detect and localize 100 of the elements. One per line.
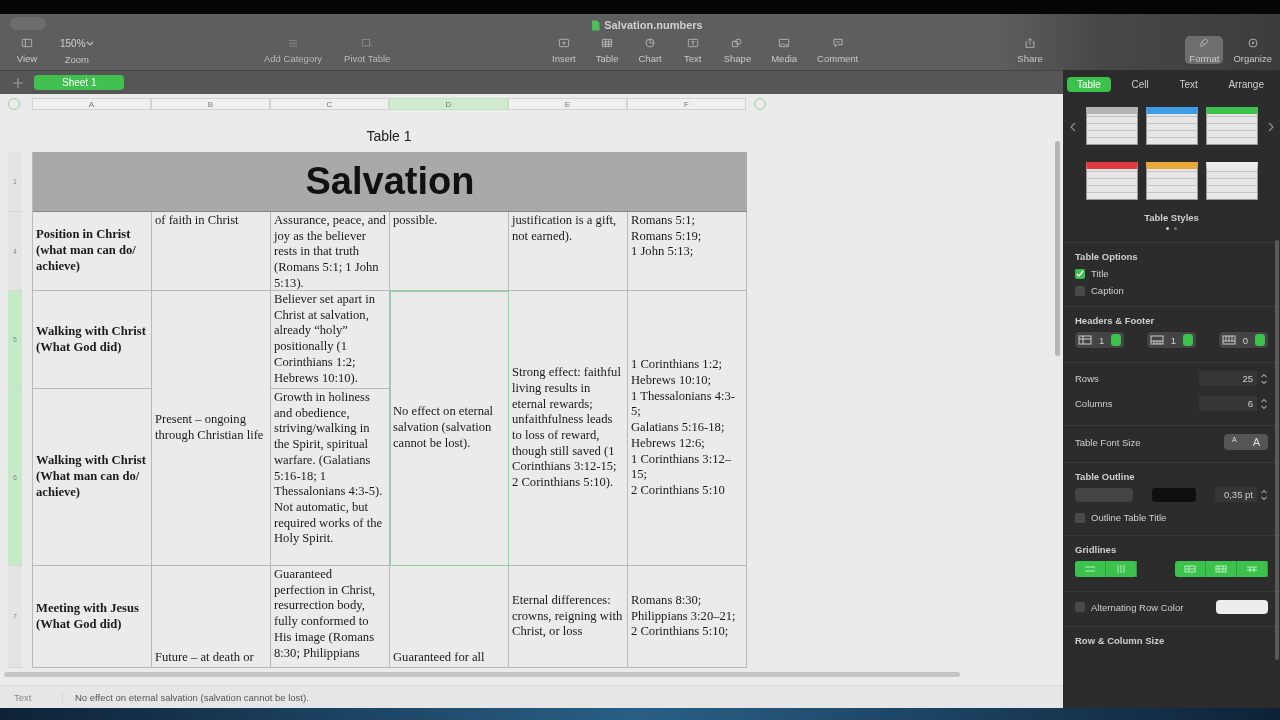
- table-layout-icon: [1078, 335, 1092, 345]
- table-cell[interactable]: No effect on eternal salvation (salvation cannot be lost).: [390, 291, 509, 566]
- checkbox-label: Caption: [1091, 285, 1124, 296]
- table-cell[interactable]: Strong effect: faithful living results in eternal rewards; unfaithfulness leads to loss of reward, though still saved (1 Corinthians 3:12-15; 2 Corinthians 5:10).: [509, 291, 628, 566]
- table-grid-icon: [1184, 565, 1196, 573]
- table-cell[interactable]: Position in Christ (what man can do/ achieve): [33, 212, 152, 291]
- section-heading: Row & Column Size: [1075, 635, 1166, 646]
- table-style-thumbnail[interactable]: [1085, 107, 1138, 145]
- checkbox[interactable]: [1075, 268, 1085, 279]
- table-cell[interactable]: Meeting with Jesus (What God did): [33, 566, 152, 668]
- checkbox-label: Outline Table Title: [1091, 512, 1167, 523]
- table-cell[interactable]: Walking with Christ (What man can do/ achieve): [33, 389, 152, 566]
- section-heading: Table Outline: [1075, 471, 1136, 482]
- section-heading: Headers & Footer: [1075, 315, 1156, 326]
- table-cell[interactable]: Romans 8:30; Philippians 3:20–21; 2 Corinthians 5:10;: [628, 566, 747, 668]
- toolbar-button[interactable]: Media: [767, 36, 802, 64]
- inspector-tab[interactable]: Arrange: [1218, 76, 1274, 92]
- stepper[interactable]: 1: [1146, 332, 1197, 348]
- inspector-tab[interactable]: Text: [1169, 76, 1208, 92]
- stepper[interactable]: 0: [1218, 332, 1268, 348]
- chevron-left-icon[interactable]: [1070, 122, 1076, 132]
- table-cell[interactable]: Romans 5:1; Romans 5:19; 1 John 5:13;: [628, 212, 747, 291]
- toolbar-button[interactable]: Insert: [548, 36, 580, 64]
- toolbar-button[interactable]: 150% Zoom: [56, 36, 98, 64]
- section-heading: Gridlines: [1075, 544, 1118, 555]
- status-text: No effect on eternal salvation (salvation cannot be lost).: [74, 691, 309, 703]
- table-cell[interactable]: Believer set apart in Christ at salvation, already “holy” positionally (1 Corinthians 1:2; Hebrews 10:10).: [271, 291, 390, 389]
- table-header-row: Salvation: [33, 152, 747, 212]
- font-size-button[interactable]: A: [1244, 434, 1268, 450]
- document-icon: [591, 19, 601, 31]
- toolbar-button[interactable]: Organize: [1229, 36, 1276, 64]
- table-cell[interactable]: Future – at death or: [152, 566, 271, 668]
- table-cell[interactable]: Walking with Christ (What God did): [33, 291, 152, 389]
- table-style-thumbnail[interactable]: [1145, 162, 1198, 200]
- table-cell[interactable]: 1 Corinthians 1:2; Hebrews 10:10; 1 Thessalonians 4:3-5; Galatians 5:16-18; Hebrews 12:6; 1 Corinthians 3:12–15; 2 Corinthians 5:10: [628, 291, 747, 566]
- toolbar-button[interactable]: Chart: [634, 36, 666, 64]
- window-title: Salvation.numbers: [604, 19, 703, 31]
- page-dot[interactable]: [1166, 227, 1169, 230]
- toolbar-button[interactable]: Table: [591, 36, 623, 64]
- color-well[interactable]: [1216, 600, 1268, 614]
- color-well[interactable]: [1152, 487, 1196, 502]
- number-field[interactable]: 6: [1199, 396, 1257, 411]
- column-header[interactable]: B: [151, 98, 270, 110]
- toolbar-button[interactable]: Shape: [719, 36, 756, 64]
- toolbar-button[interactable]: View: [12, 36, 42, 64]
- field-label: Table Font Size: [1075, 436, 1141, 448]
- toolbar-button[interactable]: Comment: [813, 36, 863, 64]
- field-label: Rows: [1075, 373, 1099, 384]
- checkbox-label: Alternating Row Color: [1091, 601, 1184, 613]
- table-cell[interactable]: possible.: [390, 212, 509, 291]
- chevron-right-icon[interactable]: [1268, 122, 1274, 132]
- vertical-lines-icon: [1115, 565, 1127, 573]
- section-heading: Table Options: [1075, 251, 1139, 262]
- stepper-arrows-icon[interactable]: [1260, 397, 1268, 410]
- table-title: Table 1: [365, 128, 413, 146]
- horizontal-lines-icon: [1084, 565, 1096, 573]
- scrollbar[interactable]: [1275, 240, 1279, 660]
- table-cell[interactable]: of faith in Christ: [152, 212, 271, 291]
- table-cell[interactable]: Eternal differences: crowns, reigning with Christ, or loss: [509, 566, 628, 668]
- add-sheet-icon[interactable]: [12, 76, 24, 89]
- table-grid-icon: [1246, 565, 1258, 573]
- column-header[interactable]: A: [32, 98, 151, 110]
- checkbox[interactable]: [1075, 602, 1085, 612]
- checkbox-label: Title: [1091, 268, 1109, 279]
- inspector-tab[interactable]: Cell: [1121, 76, 1159, 92]
- stepper[interactable]: 1: [1075, 332, 1125, 348]
- column-header[interactable]: C: [270, 98, 389, 110]
- stepper-arrows-icon[interactable]: [1260, 372, 1268, 385]
- table-cell[interactable]: Guaranteed for all: [390, 566, 509, 668]
- status-label: Text: [0, 691, 63, 703]
- column-header[interactable]: F: [627, 98, 746, 110]
- sidebar-icon: [19, 38, 35, 48]
- column-header[interactable]: E: [508, 98, 627, 110]
- column-header[interactable]: D: [389, 98, 508, 110]
- table-grid-icon: [1215, 565, 1227, 573]
- table-cell[interactable]: justification is a gift, not earned).: [509, 212, 628, 291]
- table-cell[interactable]: Assurance, peace, and joy as the believer rests in that truth (Romans 5:1; 1 John 5:13).: [271, 212, 390, 291]
- stepper-arrows-icon[interactable]: [1260, 488, 1268, 501]
- table-style-thumbnail[interactable]: [1205, 107, 1258, 145]
- number-field[interactable]: 0,35 pt: [1215, 487, 1257, 502]
- table-style-thumbnail[interactable]: [1145, 107, 1198, 145]
- toolbar-button[interactable]: Text: [677, 36, 708, 64]
- table-cell[interactable]: Guaranteed perfection in Christ, resurrection body, fully conformed to His image (Romans 8:30; Philippians: [271, 566, 390, 668]
- scrollbar[interactable]: [1055, 141, 1060, 356]
- table-layout-icon: [1221, 335, 1236, 345]
- line-style-dropdown[interactable]: [1075, 487, 1133, 502]
- table-cell[interactable]: Growth in holiness and obedience, striving/walking in the Spirit, spiritual warfare. (Galatians 5:16-18; 1 Thessalonians 4:3-5). Not automatic, but required works of the Holy Spirit.: [271, 389, 390, 566]
- table-style-thumbnail[interactable]: [1085, 162, 1138, 200]
- caret-icon: [85, 40, 94, 47]
- number-field[interactable]: 25: [1199, 371, 1257, 386]
- share-icon: [1022, 38, 1038, 48]
- table-layout-icon: [1149, 335, 1164, 345]
- section-label: Table Styles: [1143, 212, 1200, 223]
- checkbox[interactable]: [1075, 512, 1085, 523]
- scrollbar[interactable]: [4, 672, 960, 677]
- checkbox[interactable]: [1075, 285, 1085, 296]
- toolbar-button[interactable]: Share: [1013, 36, 1047, 64]
- field-label: Columns: [1075, 398, 1113, 409]
- page-dot[interactable]: [1174, 227, 1177, 230]
- table-cell[interactable]: Present – ongoing through Christian life: [152, 291, 271, 566]
